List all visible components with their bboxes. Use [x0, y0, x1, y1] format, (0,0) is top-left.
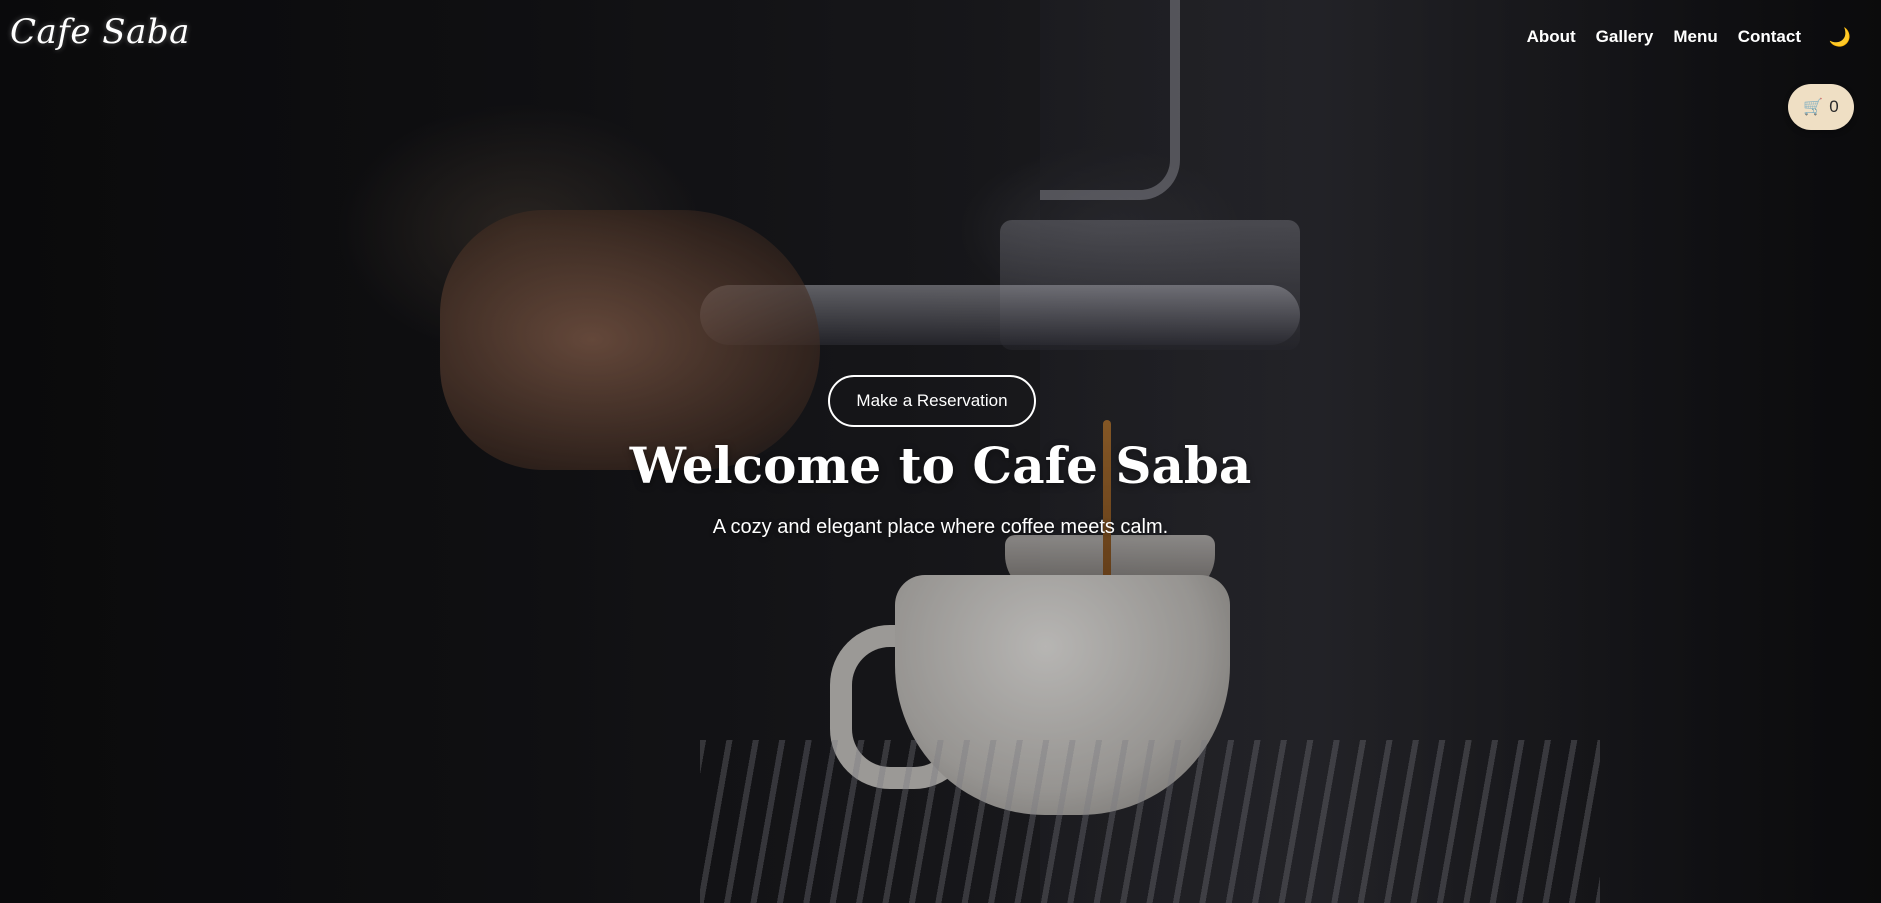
barista-hand-image: [440, 210, 820, 470]
cup-handle-image: [830, 625, 974, 789]
cart-icon: 🛒: [1803, 99, 1824, 116]
back-cup-image: [1005, 535, 1215, 595]
nav-link-gallery[interactable]: Gallery: [1596, 27, 1654, 47]
portafilter-image: [700, 285, 1300, 345]
coffee-cup-image: [895, 575, 1230, 815]
cart-count: 0: [1829, 97, 1839, 116]
site-logo[interactable]: Cafe Saba: [10, 12, 190, 52]
hero-subtitle: A cozy and elegant place where coffee me…: [712, 516, 1169, 538]
drip-tray-image: [700, 740, 1600, 903]
hero-title: Welcome to Cafe Saba: [629, 436, 1252, 495]
moon-icon[interactable]: 🌙: [1827, 24, 1853, 50]
make-reservation-button[interactable]: Make a Reservation: [828, 375, 1036, 427]
steam-pipe-image: [1040, 0, 1180, 200]
nav-link-menu[interactable]: Menu: [1673, 27, 1717, 47]
hero-section: Cafe Saba About Gallery Menu Contact 🌙 🛒…: [0, 0, 1881, 903]
group-head-image: [1000, 220, 1300, 350]
nav-link-about[interactable]: About: [1527, 27, 1576, 47]
nav-link-contact[interactable]: Contact: [1738, 27, 1801, 47]
cart-button[interactable]: 🛒 0: [1788, 84, 1854, 130]
main-nav: About Gallery Menu Contact 🌙: [1527, 24, 1853, 50]
